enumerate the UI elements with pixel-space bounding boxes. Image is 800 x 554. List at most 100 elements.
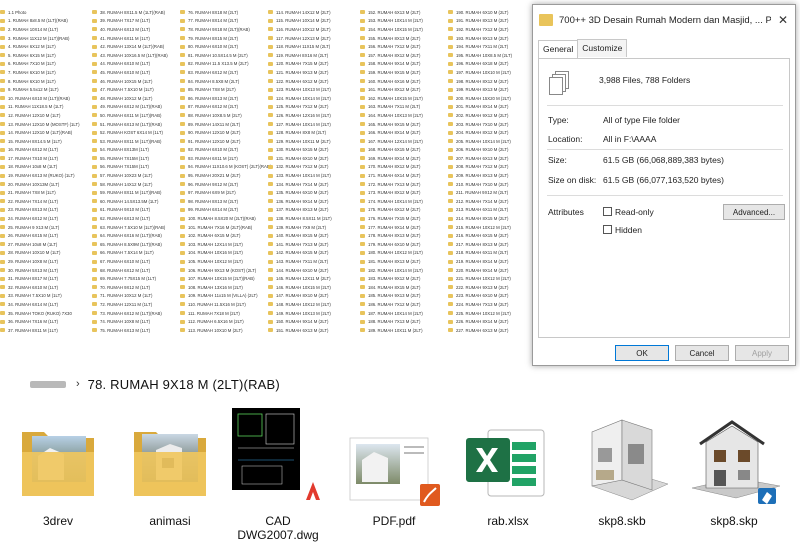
folder-list-item[interactable]: 44. RUMAH 6X10 M (1LT) [92,60,184,69]
folder-list-item[interactable]: 163. RUMAH 7X11 M (2LT) [360,103,452,112]
folder-list-item[interactable]: 53. RUMAH 8X11 M (1LT)(RAB) [92,137,184,146]
dialog-title-bar[interactable]: 700++ 3D Desain Rumah Modern dan Masjid,… [533,5,795,35]
folder-list-item[interactable]: 200. RUMAH 15X20 M (2LT) [448,94,540,103]
file-tile-cad-dwg[interactable]: CAD DWG2007.dwg [228,404,328,554]
folder-list-item[interactable]: 164. RUMAH 10X13 M (2LT) [360,111,452,120]
folder-list-item[interactable]: 28. RUMAH 10X10 M (1LT) [0,249,92,258]
folder-list-item[interactable]: 195. RUMAH 10X8.5 M (2LT) [448,51,540,60]
tab-customize[interactable]: Customize [577,39,628,57]
folder-list-item[interactable]: 155. RUMAH 8X13 M (2LT) [360,34,452,43]
folder-list-item[interactable]: 122. RUMAH 6X12 M (2LT) [268,77,360,86]
folder-list-item[interactable]: 114. RUMAH 14X12 M (2LT) [268,8,360,17]
folder-list-item[interactable]: 18. RUMAH 10x8 M (1LT) [0,163,92,172]
folder-list-item[interactable]: 166. RUMAH 8X14 M (2LT) [360,128,452,137]
folder-list-item[interactable]: 65. RUMAH 8.5X9M (1LT)(RAB) [92,240,184,249]
folder-list-item[interactable]: 139. RUMAH 7X9 M (2LT) [268,223,360,232]
folder-list-item[interactable]: 205. RUMAH 10X14 M (2LT) [448,137,540,146]
folder-list-item[interactable]: 175. RUMAH 6X12 M (2LT) [360,206,452,215]
folder-list-item[interactable]: 79. RUMAH 8X15 M (2LT) [180,34,272,43]
folder-list-item[interactable]: 1.1 Photo [0,8,92,17]
folder-list-item[interactable]: 138. RUMAH 8.5X11 M (2LT) [268,214,360,223]
folder-list-item[interactable]: 22. RUMAH 7X14 M (1LT) [0,197,92,206]
folder-list-item[interactable]: 8. RUMAH 6X10 M (1LT) [0,77,92,86]
folder-list-item[interactable]: 109. RUMAH 11x15 M (VILLA) (2LT) [180,292,272,301]
hidden-path-segment[interactable] [30,380,66,388]
folder-list-item[interactable]: 39. RUMAH 7X17 M (1LT) [92,17,184,26]
folder-list-item[interactable]: 26. RUMAH 6X15 M (1LT) [0,231,92,240]
folder-list-item[interactable]: 112. RUMAH 6.5X16 M (2LT) [180,317,272,326]
readonly-checkbox[interactable] [603,207,612,216]
folder-list-item[interactable]: 34. RUMAH 6X14 M (1LT) [0,300,92,309]
folder-list-item[interactable]: 184. RUMAH 8X15 M (2LT) [360,283,452,292]
folder-list-item[interactable]: 105. RUMAH 10X12 M (2LT) [180,257,272,266]
folder-list-item[interactable]: 165. RUMAH 9X15 M (2LT) [360,120,452,129]
folder-list-item[interactable]: 221. RUMAH 10X12 M (2LT) [448,274,540,283]
folder-list-item[interactable]: 103. RUMAH 12X14 M (2LT) [180,240,272,249]
folder-list-item[interactable]: 225. RUMAH 10X12 M (2LT) [448,309,540,318]
folder-list-item[interactable]: 132. RUMAH 7X12 M (2LT) [268,163,360,172]
folder-list-item[interactable]: 220. RUMAH 9X14 M (2LT) [448,266,540,275]
ok-button[interactable]: OK [615,345,669,361]
folder-list-item[interactable]: 159. RUMAH 9X15 M (2LT) [360,68,452,77]
folder-list-item[interactable]: 213. RUMAH 6X11 M (2LT) [448,206,540,215]
folder-list-item[interactable]: 209. RUMAH 8X13 M (2LT) [448,171,540,180]
folder-list-item[interactable]: 134. RUMAH 7X14 M (2LT) [268,180,360,189]
folder-list-item[interactable]: 92. RUMAH 6X10 M (2LT) [180,146,272,155]
folder-list-item[interactable]: 153. RUMAH 10X14 M (2LT) [360,17,452,26]
folder-list-item[interactable]: 68. RUMAH 6X12 M (1LT) [92,266,184,275]
folder-list-item[interactable]: 48. RUMAH 10X12 M (1LT) [92,94,184,103]
folder-list-item[interactable]: 19. RUMAH 6X13 M (RUKO) (1LT) [0,171,92,180]
folder-list-item[interactable]: 135. RUMAH 6X10 M (2LT) [268,188,360,197]
breadcrumb-current-folder[interactable]: 78. RUMAH 9X18 M (2LT)(RAB) [88,377,280,392]
folder-list-item[interactable]: 201. RUMAH 8X14 M (2LT) [448,103,540,112]
folder-list-item[interactable]: 56. RUMAH 7X15M (1LT) [92,163,184,172]
folder-list-item[interactable]: 77. RUMAH 8X14 M (2LT) [180,17,272,26]
folder-list-item[interactable]: 133. RUMAH 10X14 M (2LT) [268,171,360,180]
folder-list-item[interactable]: 173. RUMAH 8X12 M (2LT) [360,188,452,197]
folder-list-item[interactable]: 120. RUMAH 7X15 M (2LT) [268,60,360,69]
folder-list-item[interactable]: 125. RUMAH 7X12 M (2LT) [268,103,360,112]
folder-list-item[interactable]: 188. RUMAH 7X13 M (2LT) [360,317,452,326]
folder-list-item[interactable]: 179. RUMAH 6X10 M (2LT) [360,240,452,249]
folder-list-item[interactable]: 180. RUMAH 10X12 M (2LT) [360,249,452,258]
folder-list-item[interactable]: 108. RUMAH 13X16 M (2LT) [180,283,272,292]
folder-list-item[interactable]: 101. RUMAH 7X16 M (2LT)(RAB) [180,223,272,232]
file-tile-3drev[interactable]: 3drev [8,404,108,554]
folder-list-item[interactable]: 49. RUMAH 6X12 M (1LT)(RAB) [92,103,184,112]
folder-list-item[interactable]: 115. RUMAH 10X14 M (2LT) [268,17,360,26]
folder-list-item[interactable]: 169. RUMAH 8X14 M (2LT) [360,154,452,163]
folder-list-item[interactable]: 85. RUMAH 7X8 M (2LT) [180,85,272,94]
folder-list-item[interactable]: 74. RUMAH 10X8 M (1LT) [92,317,184,326]
folder-list-item[interactable]: 76. RUMAH 8X18 M (2LT) [180,8,272,17]
folder-list-item[interactable]: 136. RUMAH 9X14 M (2LT) [268,197,360,206]
folder-list-item[interactable]: 192. RUMAH 7X12 M (2LT) [448,25,540,34]
folder-list-item[interactable]: 9. RUMAH 5.5x12 M (1LT) [0,85,92,94]
folder-list-item[interactable]: 94. RUMAH 11X10.6 M (KOST) (2LT)(RAB) [180,163,272,172]
folder-list-item[interactable]: 210. RUMAH 7X10 M (2LT) [448,180,540,189]
folder-list-item[interactable]: 176. RUMAH 7X15 M (2LT) [360,214,452,223]
folder-list-item[interactable]: 88. RUMAH 10X8.5 M (2LT) [180,111,272,120]
folder-list-item[interactable]: 208. RUMAH 7X12 M (2LT) [448,163,540,172]
folder-list-item[interactable]: 47. RUMAH 7.5X10 M (1LT) [92,85,184,94]
folder-list-item[interactable]: 93. RUMAH 6X11 M (2LT) [180,154,272,163]
folder-list-item[interactable]: 127. RUMAH 10X14 M (2LT) [268,120,360,129]
folder-list-item[interactable]: 174. RUMAH 10X14 M (2LT) [360,197,452,206]
folder-list-item[interactable]: 219. RUMAH 8X14 M (2LT) [448,257,540,266]
folder-list-item[interactable]: 71. RUMAH 10X12 M (1LT) [92,292,184,301]
folder-list-item[interactable]: 137. RUMAH 8X13 M (2LT) [268,206,360,215]
file-tile-pdf[interactable]: PDF.pdf [344,404,444,554]
folder-list-item[interactable]: 162. RUMAH 10X15 M (2LT) [360,94,452,103]
folder-list-item[interactable]: 62. RUMAH 6X13 M (1LT) [92,214,184,223]
folder-list-item[interactable]: 197. RUMAH 10X10 M (2LT) [448,68,540,77]
file-tile-animasi[interactable]: animasi [120,404,220,554]
folder-list-item[interactable]: 60. RUMAH 14.5X13.5M (1LT) [92,197,184,206]
folder-list-item[interactable]: 216. RUMAH 6X15 M (2LT) [448,231,540,240]
folder-list-item[interactable]: 144. RUMAH 6X10 M (2LT) [268,266,360,275]
folder-list-item[interactable]: 80. RUMAH 6X10 M (2LT) [180,42,272,51]
folder-list-item[interactable]: 203. RUMAH 7X10 M (2LT) [448,120,540,129]
folder-list-item[interactable]: 67. RUMAH 6X10 M (1LT) [92,257,184,266]
folder-list-item[interactable]: 124. RUMAH 10X14 M (2LT) [268,94,360,103]
folder-list-item[interactable]: 70. RUMAH 9X12 M (1LT) [92,283,184,292]
folder-list-item[interactable]: 224. RUMAH 7X13 M (2LT) [448,300,540,309]
folder-list-item[interactable]: 95. RUMAH 20X21 M (2LT) [180,171,272,180]
